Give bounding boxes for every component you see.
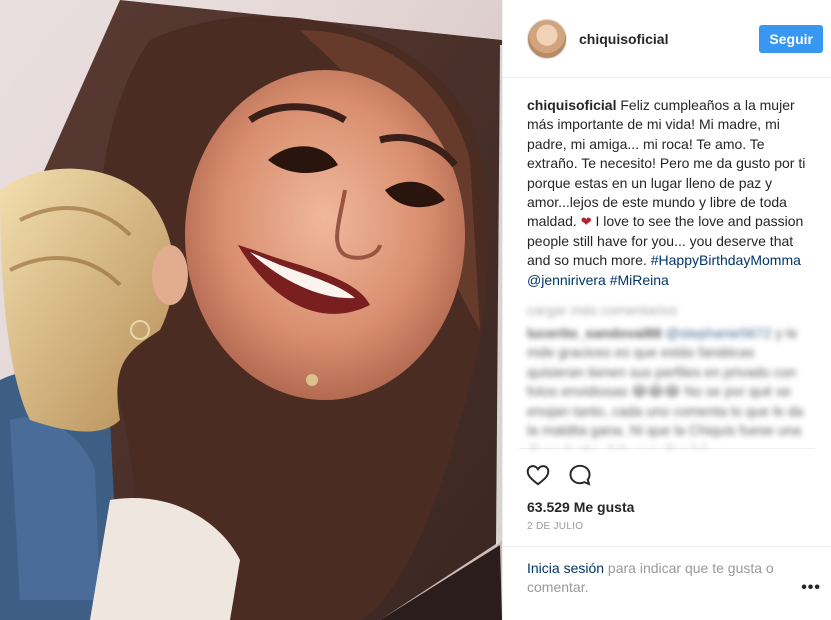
mention-jennirivera[interactable]: @jennirivera [527, 272, 606, 288]
post-image [0, 0, 502, 620]
post-caption: chiquisoficial Feliz cumpleaños a la muj… [503, 78, 831, 290]
comment-mention[interactable]: @stephanie5672 [666, 325, 772, 341]
comment-text: y le mde gracioso es que estás fanáticas… [527, 325, 804, 448]
comment-bubble-icon[interactable] [567, 462, 593, 493]
login-link[interactable]: Inicia sesión [527, 560, 604, 576]
red-heart-emoji: ❤ [580, 214, 592, 230]
hashtag-happybirthdaymomma[interactable]: #HappyBirthdayMomma [651, 252, 801, 268]
comment-username[interactable]: lucerito_sandoval88 [527, 325, 662, 341]
avatar[interactable] [527, 18, 567, 59]
likes-count[interactable]: 63.529 Me gusta [503, 495, 831, 515]
caption-username[interactable]: chiquisoficial [527, 97, 616, 113]
heart-outline-icon[interactable] [525, 462, 551, 493]
comment-item: lucerito_sandoval88 @stephanie5672 y le … [527, 324, 807, 448]
post-date[interactable]: 2 DE JULIO [503, 515, 831, 532]
hashtag-mireina[interactable]: #MiReina [610, 272, 669, 288]
load-more-comments[interactable]: cargar más comentarios [527, 302, 807, 318]
follow-button[interactable]: Seguir [759, 24, 823, 53]
caption-text-1: Feliz cumpleaños a la mujer más importan… [527, 97, 806, 230]
post-photo[interactable] [0, 0, 502, 620]
post-actions [503, 449, 831, 495]
post-details-panel: chiquisoficial Seguir chiquisoficial Fel… [502, 0, 831, 620]
login-prompt: Inicia sesión para indicar que te gusta … [503, 546, 831, 597]
more-options-icon[interactable]: ••• [801, 578, 821, 597]
post-header: chiquisoficial Seguir [503, 0, 831, 78]
username-link[interactable]: chiquisoficial [579, 31, 759, 47]
